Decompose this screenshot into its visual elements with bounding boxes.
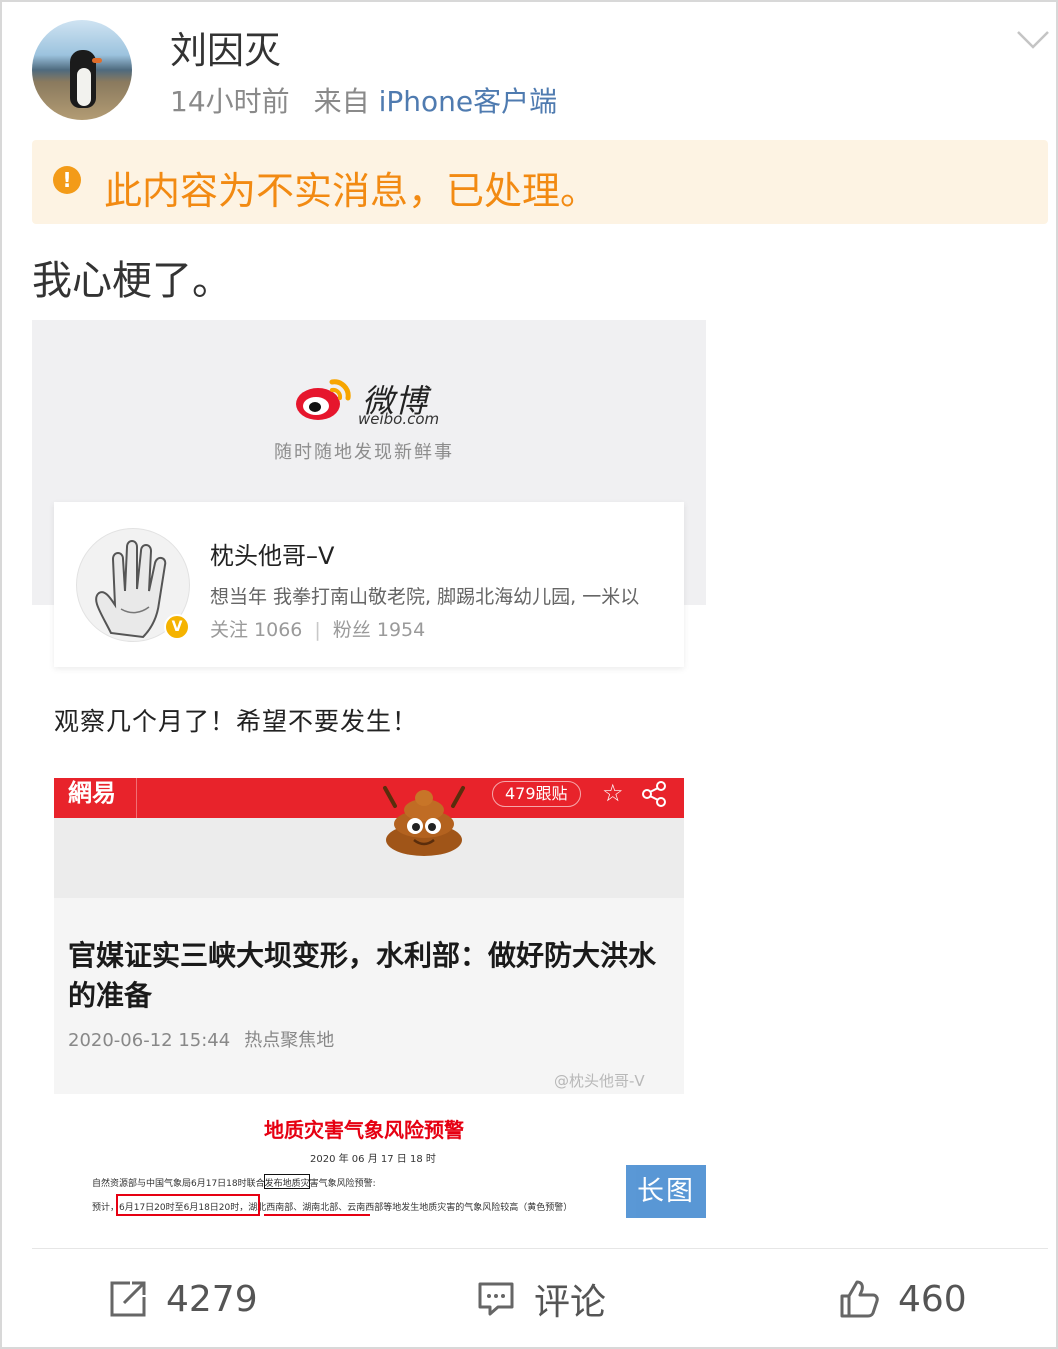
fans-count: 粉丝 1954 xyxy=(332,619,426,641)
news-title: 官媒证实三峡大坝变形，水利部：做好防大洪水的准备 xyxy=(68,939,657,1012)
like-count: 460 xyxy=(898,1278,967,1320)
poop-emoji-icon xyxy=(383,786,465,856)
like-button[interactable]: 460 xyxy=(838,1275,967,1323)
profile-name: 枕头他哥–V xyxy=(210,542,335,570)
doc-highlight-box xyxy=(264,1174,310,1189)
repost-count: 4279 xyxy=(166,1278,258,1320)
netease-header-bar: 網易 479跟贴 ☆ xyxy=(54,778,684,818)
warning-text: 此内容为不实消息，已处理。 xyxy=(104,169,599,213)
doc-date: 2020 年 06 月 17 日 18 时 xyxy=(310,1154,436,1165)
doc-title: 地质灾害气象风险预警 xyxy=(264,1118,464,1142)
news-source: 热点聚焦地 xyxy=(244,1030,335,1051)
comment-count-badge: 479跟贴 xyxy=(492,781,581,807)
post-time: 14小时前 xyxy=(170,85,290,118)
weibo-logo-icon xyxy=(296,379,351,420)
warning-document: 地质灾害气象风险预警 2020 年 06 月 17 日 18 时 自然资源部与中… xyxy=(54,1104,706,1218)
repost-button[interactable]: 4279 xyxy=(108,1275,258,1323)
action-divider xyxy=(32,1248,1048,1249)
share-icon xyxy=(642,781,666,807)
weibo-domain: weibo.com xyxy=(358,410,440,428)
profile-card: V 枕头他哥–V 想当年 我拳打南山敬老院, 脚踢北海幼儿园, 一米以 关注 1… xyxy=(54,502,684,667)
misinformation-warning: ! 此内容为不实消息，已处理。 xyxy=(32,140,1048,224)
repost-icon xyxy=(110,1281,146,1317)
news-screenshot: 網易 479跟贴 ☆ 官媒证实三峡大坝变形，水利部：做好防大洪水的准备 2020… xyxy=(54,778,684,1094)
profile-stats: 关注 1066 | 粉丝 1954 xyxy=(210,619,426,641)
verified-icon: V xyxy=(164,614,190,640)
like-icon xyxy=(840,1280,879,1318)
news-meta: 2020-06-12 15:44 热点聚焦地 xyxy=(68,1026,334,1052)
from-prefix: 来自 xyxy=(313,85,370,118)
follow-count: 关注 1066 xyxy=(210,619,303,641)
post-source-link[interactable]: iPhone客户端 xyxy=(379,85,558,118)
weibo-slogan: 随时随地发现新鲜事 xyxy=(274,442,454,463)
post-meta: 14小时前 来自 iPhone客户端 xyxy=(170,80,557,120)
comment-label: 评论 xyxy=(534,1282,607,1323)
penguin-beak xyxy=(92,58,102,63)
doc-red-box xyxy=(116,1194,260,1216)
doc-red-underline xyxy=(264,1214,370,1216)
post-text: 我心梗了。 xyxy=(32,258,232,304)
post-image[interactable]: 微博 weibo.com 随时随地发现新鲜事 V 枕头他哥–V 想当年 我拳打南… xyxy=(32,320,706,1218)
user-avatar[interactable] xyxy=(32,20,132,120)
comment-icon xyxy=(478,1282,514,1316)
news-date: 2020-06-12 15:44 xyxy=(68,1030,231,1051)
netease-brand: 網易 xyxy=(68,779,116,807)
long-image-badge: 长图 xyxy=(626,1165,706,1218)
warning-icon: ! xyxy=(53,166,81,194)
chevron-down-icon[interactable] xyxy=(1016,28,1050,52)
user-name[interactable]: 刘因灭 xyxy=(170,20,281,74)
profile-bio: 想当年 我拳打南山敬老院, 脚踢北海幼儿园, 一米以 xyxy=(210,586,640,608)
embedded-post-text: 观察几个月了！希望不要发生！ xyxy=(54,707,419,736)
weibo-watermark: @枕头他哥-V xyxy=(554,1072,645,1090)
penguin-belly xyxy=(77,68,91,106)
star-icon: ☆ xyxy=(602,779,624,807)
comment-button[interactable]: 评论 xyxy=(476,1275,606,1323)
doc-line-1: 自然资源部与中国气象局6月17日18时联合发布地质灾害气象风险预警: xyxy=(92,1179,376,1189)
